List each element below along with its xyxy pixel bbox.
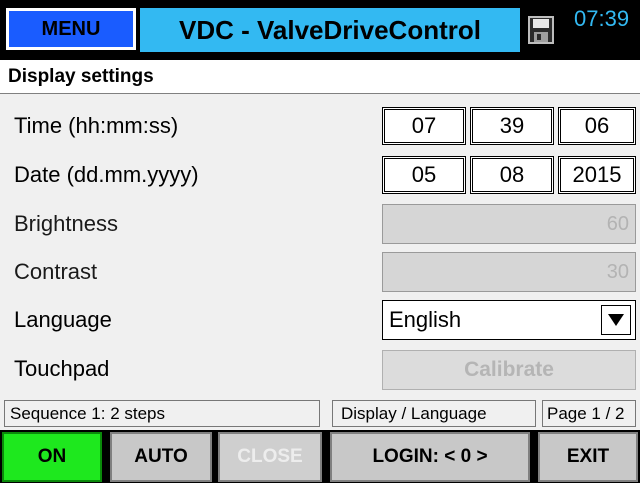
contrast-label: Contrast	[14, 259, 98, 284]
time-minutes-field[interactable]: 39	[470, 107, 554, 145]
dropdown-arrow-icon[interactable]	[601, 305, 631, 335]
sequence-status: Sequence 1: 2 steps	[4, 400, 320, 427]
page-indicator: Page 1 / 2	[542, 400, 636, 427]
menu-button[interactable]: MENU	[6, 8, 136, 50]
close-button[interactable]: CLOSE	[218, 432, 322, 482]
date-month-field[interactable]: 08	[470, 156, 554, 194]
status-bar: Sequence 1: 2 steps Display / Language P…	[0, 398, 640, 430]
language-label: Language	[14, 307, 112, 332]
exit-button[interactable]: EXIT	[538, 432, 638, 482]
page-title: Display settings	[0, 60, 640, 94]
calibrate-button[interactable]: Calibrate	[382, 350, 636, 390]
login-button[interactable]: LOGIN: < 0 >	[330, 432, 530, 482]
brightness-field[interactable]: 60	[382, 204, 636, 244]
triangle-down-icon	[608, 314, 624, 326]
app-title: VDC - ValveDriveControl	[140, 8, 520, 52]
footer-bar: ON AUTO CLOSE LOGIN: < 0 > EXIT	[0, 430, 640, 483]
language-select[interactable]: English	[382, 300, 636, 340]
language-value: English	[389, 307, 462, 332]
date-year-field[interactable]: 2015	[558, 156, 636, 194]
time-hours-field[interactable]: 07	[382, 107, 466, 145]
auto-button[interactable]: AUTO	[110, 432, 212, 482]
header-bar: MENU VDC - ValveDriveControl 07:39	[0, 0, 640, 60]
on-button[interactable]: ON	[2, 432, 102, 482]
time-label: Time (hh:mm:ss)	[14, 113, 179, 138]
screen: MENU VDC - ValveDriveControl 07:39 Displ…	[0, 0, 640, 483]
date-label: Date (dd.mm.yyyy)	[14, 162, 199, 187]
view-status: Display / Language	[332, 400, 536, 427]
clock: 07:39	[574, 6, 630, 31]
touchpad-label: Touchpad	[14, 356, 110, 381]
brightness-label: Brightness	[14, 211, 118, 236]
floppy-disk-icon[interactable]	[528, 16, 554, 44]
time-seconds-field[interactable]: 06	[558, 107, 636, 145]
date-day-field[interactable]: 05	[382, 156, 466, 194]
contrast-field[interactable]: 30	[382, 252, 636, 292]
